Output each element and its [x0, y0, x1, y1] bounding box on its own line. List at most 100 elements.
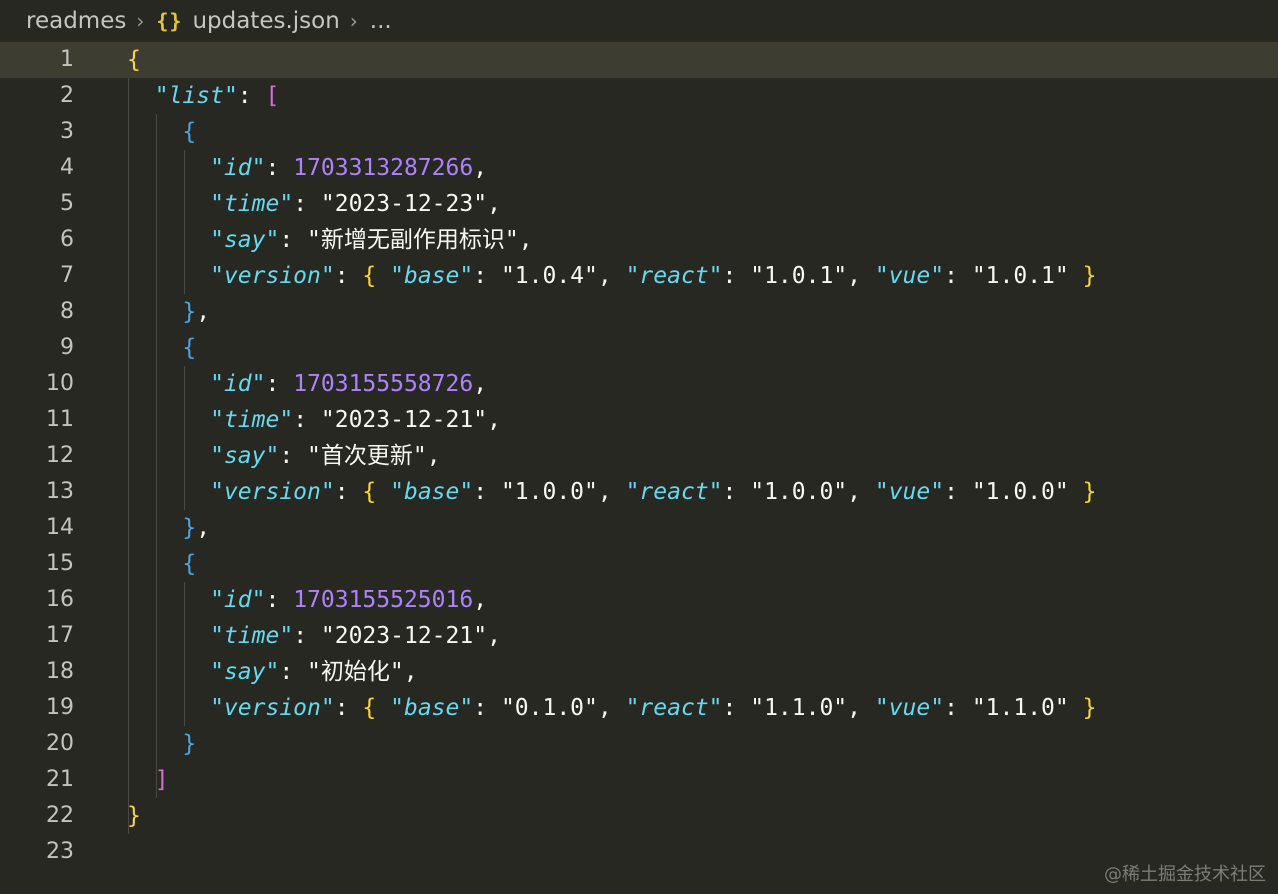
code-text: }, — [127, 294, 210, 330]
code-token: , — [847, 263, 875, 289]
code-text: ] — [127, 762, 169, 798]
code-editor[interactable]: 1{2 "list": [3 {4 "id": 1703313287266, 5 … — [0, 42, 1278, 894]
code-line[interactable]: 4 "id": 1703313287266, — [0, 150, 1278, 186]
code-token: , — [473, 587, 488, 613]
code-token: : — [944, 479, 972, 505]
code-token: , — [473, 371, 488, 397]
code-line[interactable]: 15 { — [0, 546, 1278, 582]
code-text: "id": 1703313287266, — [127, 150, 487, 186]
code-line[interactable]: 1{ — [0, 42, 1278, 78]
code-text: { — [127, 330, 196, 366]
breadcrumb: readmes › {} updates.json › ... — [0, 0, 1278, 42]
code-token: , — [847, 479, 875, 505]
code-token: , — [403, 659, 418, 685]
line-number: 14 — [46, 515, 74, 540]
code-line[interactable]: 7 "version": { "base": "1.0.4", "react":… — [0, 258, 1278, 294]
code-line[interactable]: 9 { — [0, 330, 1278, 366]
code-line[interactable]: 23 — [0, 834, 1278, 870]
code-token: "time" — [210, 191, 294, 217]
code-token: "base" — [390, 695, 474, 721]
code-text: "say": "初始化", — [127, 654, 418, 690]
code-token: : — [279, 443, 308, 469]
code-line[interactable]: 16 "id": 1703155525016, — [0, 582, 1278, 618]
code-token: "id" — [210, 587, 266, 613]
code-token: { — [127, 47, 141, 73]
code-line[interactable]: 21 ] — [0, 762, 1278, 798]
code-token: } — [1082, 263, 1097, 289]
line-number: 21 — [46, 767, 74, 792]
code-token: "2023-12-21" — [320, 407, 488, 433]
code-token: } — [182, 299, 197, 325]
code-token: "react" — [625, 263, 723, 289]
code-text: "id": 1703155525016, — [127, 582, 487, 618]
line-number: 19 — [46, 695, 74, 720]
breadcrumb-folder[interactable]: readmes — [26, 8, 126, 34]
code-line[interactable]: 6 "say": "新增无副作用标识", — [0, 222, 1278, 258]
code-line[interactable]: 14 }, — [0, 510, 1278, 546]
code-token: } — [182, 731, 197, 757]
code-line[interactable]: 10 "id": 1703155558726, — [0, 366, 1278, 402]
code-token: "react" — [625, 479, 723, 505]
code-token: ] — [154, 767, 169, 793]
code-token: : — [265, 587, 294, 613]
code-token: "1.1.0" — [750, 695, 848, 721]
code-token: : — [722, 695, 751, 721]
code-text: "time": "2023-12-21", — [127, 618, 501, 654]
code-line[interactable]: 20 } — [0, 726, 1278, 762]
code-line[interactable]: 5 "time": "2023-12-23", — [0, 186, 1278, 222]
line-number: 1 — [60, 47, 74, 72]
code-token: : — [334, 263, 363, 289]
code-text: "list": [ — [127, 78, 280, 114]
code-token: "1.0.4" — [500, 263, 598, 289]
code-token: "id" — [210, 155, 266, 181]
line-number: 2 — [60, 83, 74, 108]
code-line[interactable]: 8 }, — [0, 294, 1278, 330]
code-token: : — [473, 263, 501, 289]
code-line[interactable]: 12 "say": "首次更新", — [0, 438, 1278, 474]
code-token: } — [1082, 479, 1097, 505]
code-token: : — [265, 371, 294, 397]
code-line[interactable]: 19 "version": { "base": "0.1.0", "react"… — [0, 690, 1278, 726]
code-line[interactable]: 17 "time": "2023-12-21", — [0, 618, 1278, 654]
code-line[interactable]: 3 { — [0, 114, 1278, 150]
code-token: [ — [265, 83, 280, 109]
line-number: 3 — [60, 119, 74, 144]
code-token: "vue" — [874, 479, 945, 505]
code-line[interactable]: 18 "say": "初始化", — [0, 654, 1278, 690]
code-token: "1.0.1" — [750, 263, 848, 289]
code-text: "version": { "base": "1.0.0", "react": "… — [127, 474, 1096, 510]
breadcrumb-more[interactable]: ... — [370, 8, 392, 34]
code-token: "version" — [210, 695, 335, 721]
code-token: { — [362, 263, 377, 289]
code-line[interactable]: 13 "version": { "base": "1.0.0", "react"… — [0, 474, 1278, 510]
code-token: , — [518, 227, 533, 253]
code-token: { — [182, 551, 197, 577]
code-token: : — [944, 263, 972, 289]
code-token: : — [237, 83, 266, 109]
code-token: "time" — [210, 407, 294, 433]
code-text: "version": { "base": "0.1.0", "react": "… — [127, 690, 1096, 726]
code-token: : — [279, 659, 308, 685]
code-token: : — [293, 191, 321, 217]
line-number: 10 — [46, 371, 74, 396]
code-token: : — [265, 155, 294, 181]
code-line[interactable]: 11 "time": "2023-12-21", — [0, 402, 1278, 438]
code-token: "say" — [210, 443, 280, 469]
code-token: , — [473, 155, 488, 181]
code-line[interactable]: 2 "list": [ — [0, 78, 1278, 114]
code-token: "2023-12-21" — [320, 623, 488, 649]
line-number: 12 — [46, 443, 74, 468]
breadcrumb-file[interactable]: updates.json — [192, 8, 339, 34]
code-line[interactable]: 22} — [0, 798, 1278, 834]
chevron-right-icon: › — [349, 9, 358, 33]
code-text: } — [127, 798, 141, 834]
